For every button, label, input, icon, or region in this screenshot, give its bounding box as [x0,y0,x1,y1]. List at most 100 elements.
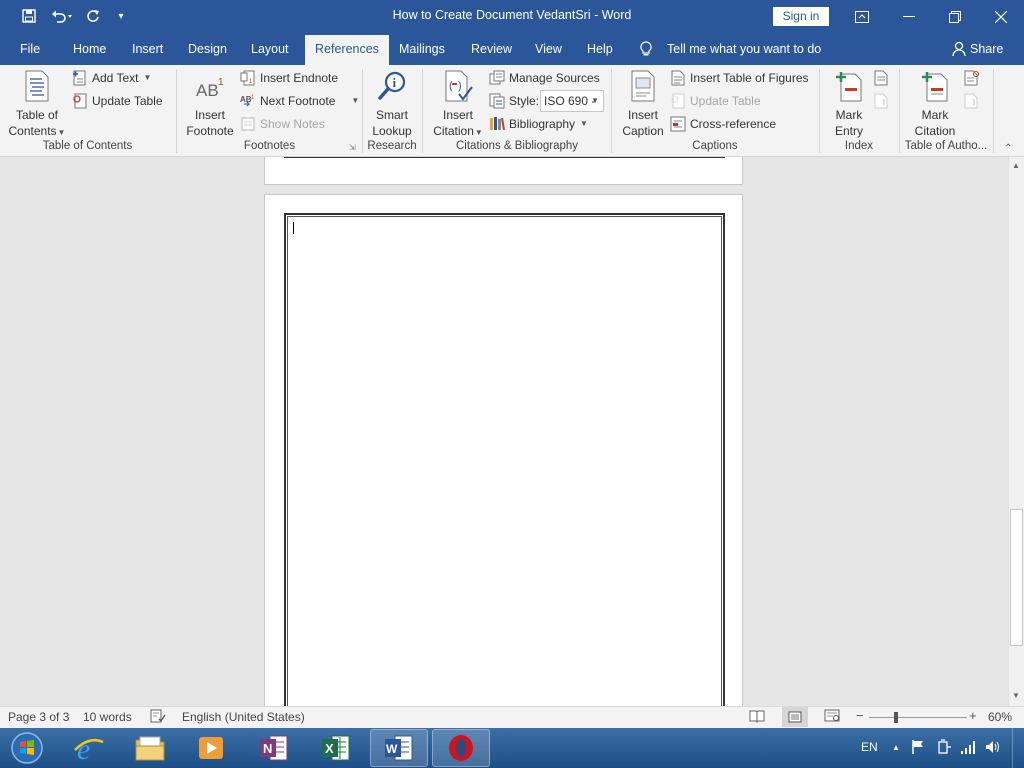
input-language[interactable]: EN [861,740,878,754]
show-desktop-button[interactable] [1012,728,1024,768]
tab-design[interactable]: Design [180,33,235,65]
update-table-label: Update Table [92,94,163,108]
power-icon[interactable] [936,739,952,758]
page-2 [264,157,743,185]
insert-citation-button[interactable]: () Insert Citation▼ [428,69,488,141]
volume-icon[interactable] [985,739,1001,758]
insert-footnote-button[interactable]: AB 1 Insert Footnote [182,69,238,139]
opera-icon[interactable] [432,729,490,767]
add-text-button[interactable]: Add Text ▼ [72,68,151,88]
close-icon[interactable] [978,0,1024,33]
save-icon[interactable] [18,6,40,26]
next-footnote-button[interactable]: AB 1 Next Footnote ▼ [240,91,359,111]
bibliography-button[interactable]: Bibliography ▼ [489,114,588,134]
zoom-out-button[interactable]: − [856,708,864,723]
group-separator [422,69,423,153]
insert-endnote-icon: 1 [240,70,256,86]
language-indicator[interactable]: English (United States) [182,710,305,724]
share-button[interactable]: Share [970,33,1003,65]
table-of-contents-button[interactable]: Table of Contents▼ [8,69,66,141]
sign-in-button[interactable]: Sign in [773,7,829,26]
undo-icon[interactable] [48,6,76,26]
vertical-scrollbar[interactable]: ▲ ▼ [1008,157,1024,706]
tab-help[interactable]: Help [579,33,621,65]
tab-home[interactable]: Home [65,33,114,65]
insert-caption-label-2: Caption [622,124,664,138]
group-label-citations: Citations & Bibliography [455,140,579,152]
word-count[interactable]: 10 words [83,710,132,724]
table-of-contents-label: Table of [15,108,59,122]
insert-footnote-label: Insert [194,108,225,122]
tab-file[interactable]: File [12,33,48,65]
minimize-icon[interactable] [886,0,932,33]
chevron-down-icon[interactable]: ▼ [351,91,359,111]
onenote-icon[interactable]: N [245,729,303,767]
smart-lookup-button[interactable]: i Smart Lookup [366,69,418,139]
tab-insert[interactable]: Insert [124,33,171,65]
tab-review[interactable]: Review [463,33,520,65]
cross-reference-button[interactable]: Cross-reference [670,114,776,134]
show-hidden-icons[interactable]: ▲ [892,743,900,752]
zoom-slider-track[interactable] [869,717,967,718]
page-3[interactable] [264,194,743,706]
add-text-label: Add Text [92,71,139,85]
mark-citation-button[interactable]: Mark Citation [908,69,962,139]
citation-style-dropdown[interactable]: ISO 690 - ▼ [540,90,604,112]
page-count[interactable]: Page 3 of 3 [8,710,69,724]
update-table-of-authorities-icon[interactable] [964,93,978,112]
svg-text:1: 1 [251,95,255,101]
action-center-flag-icon[interactable] [911,739,925,758]
tab-view[interactable]: View [527,33,570,65]
customize-qat-icon[interactable]: ▾ [110,6,132,26]
tell-me-search[interactable]: Tell me what you want to do [667,33,821,65]
network-icon[interactable] [960,739,976,758]
mark-entry-label: Mark [835,108,863,122]
scrollbar-thumb[interactable] [1010,509,1023,646]
insert-table-of-authorities-icon[interactable] [964,70,980,89]
insert-index-icon[interactable] [874,70,888,89]
proofing-icon[interactable] [150,709,166,726]
windows-taskbar: e N X W EN ▲ [0,728,1024,768]
print-layout-icon[interactable] [782,707,808,727]
insert-table-of-figures-button[interactable]: Insert Table of Figures [670,68,809,88]
dialog-launcher-icon[interactable]: ⇲ [349,143,356,152]
collapse-ribbon-icon[interactable]: ⌃ [1004,143,1012,154]
tab-layout[interactable]: Layout [243,33,297,65]
update-table-figures-button[interactable]: Update Table [670,91,761,111]
show-notes-button[interactable]: Show Notes [240,114,325,134]
group-label-captions: Captions [692,140,738,152]
svg-text:(: ( [449,80,453,92]
redo-icon[interactable] [82,6,104,26]
mark-entry-button[interactable]: Mark Entry [826,69,872,139]
start-button[interactable] [0,729,54,767]
group-label-research: Research [367,140,417,152]
internet-explorer-icon[interactable]: e [60,729,118,767]
update-index-icon[interactable] [874,93,888,112]
manage-sources-button[interactable]: Manage Sources [489,68,600,88]
insert-caption-button[interactable]: Insert Caption [616,69,670,139]
update-table-button[interactable]: Update Table [72,91,163,111]
insert-table-of-figures-label: Insert Table of Figures [690,71,809,85]
ribbon-display-options-icon[interactable] [839,0,885,33]
word-icon[interactable]: W [370,729,428,767]
file-explorer-icon[interactable] [121,729,179,767]
read-mode-icon[interactable] [749,709,765,726]
media-player-icon[interactable] [182,729,240,767]
zoom-slider-thumb[interactable] [894,712,898,723]
tab-mailings[interactable]: Mailings [391,33,453,65]
mark-citation-icon [919,69,951,103]
insert-endnote-button[interactable]: 1 Insert Endnote [240,68,338,88]
document-canvas[interactable] [0,157,1008,706]
tab-references[interactable]: References [305,35,389,65]
zoom-level[interactable]: 60% [988,710,1012,724]
chevron-down-icon: ▼ [57,128,66,137]
ribbon-references: Table of Contents▼ Add Text ▼ Update Tabl… [0,65,1024,157]
share-person-icon [952,41,966,60]
scroll-up-icon[interactable]: ▲ [1012,161,1020,170]
excel-icon[interactable]: X [307,729,365,767]
restore-icon[interactable] [932,0,978,33]
insert-footnote-label-2: Footnote [186,124,234,138]
zoom-in-button[interactable]: + [969,708,977,723]
scroll-down-icon[interactable]: ▼ [1012,691,1020,700]
web-layout-icon[interactable] [824,709,840,726]
